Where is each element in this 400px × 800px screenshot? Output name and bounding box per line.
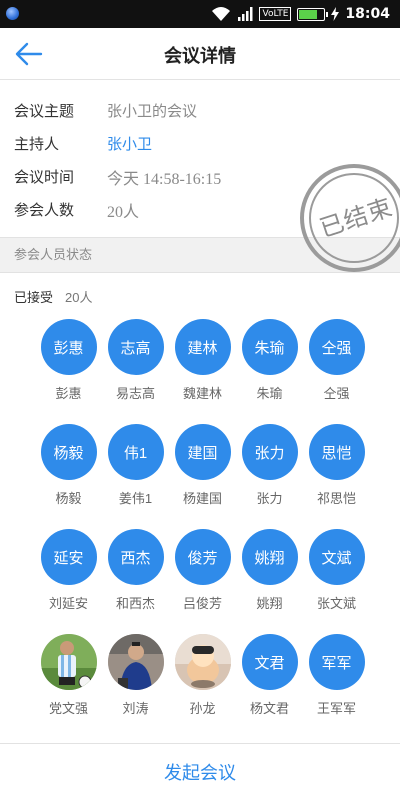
time-value: 今天 14:58-16:15	[107, 170, 222, 188]
topic-value: 张小卫的会议	[107, 103, 198, 120]
wifi-icon	[212, 7, 231, 21]
attendee-name: 张文斌	[316, 596, 356, 611]
attendee-row: 杨毅 杨毅 伟1 姜伟1 建国 杨建国 张力 张力 思恺 祁思恺	[35, 424, 400, 529]
cartoon-character-photo[interactable]	[174, 634, 231, 690]
battery-level	[299, 9, 317, 19]
host-link[interactable]: 张小卫	[107, 133, 152, 154]
attendee-item[interactable]: 彭惠 彭惠	[35, 319, 102, 424]
topic-row: 会议主题 张小卫的会议	[0, 94, 400, 127]
attendee-item[interactable]: 志高 易志高	[102, 319, 169, 424]
attendee-avatar[interactable]: 延安	[40, 529, 97, 585]
attendee-name: 魏建林	[182, 386, 222, 401]
attendee-item[interactable]: 杨毅 杨毅	[35, 424, 102, 529]
count-label: 参会人数	[14, 202, 75, 219]
attendee-name: 刘延安	[48, 596, 88, 611]
attendee-item[interactable]: 文君 杨文君	[236, 634, 303, 739]
attendee-avatar[interactable]: 杨毅	[40, 424, 97, 480]
attendee-item[interactable]: 张力 张力	[236, 424, 303, 529]
status-icons: VoLTE 18:04	[211, 4, 390, 24]
count-value: 20人	[107, 203, 140, 221]
attendee-name: 党文强	[48, 701, 88, 716]
attendee-name: 杨毅	[55, 491, 82, 506]
attendee-name: 祁思恺	[316, 491, 356, 506]
status-time: 18:04	[345, 6, 390, 22]
meeting-info: 会议主题 张小卫的会议 主持人 张小卫 会议时间 今天 14:58-16:15 …	[0, 80, 400, 272]
attendee-item[interactable]: 文斌 张文斌	[303, 529, 370, 634]
attendee-item[interactable]: 建林 魏建林	[169, 319, 236, 424]
charging-icon	[331, 7, 340, 21]
attendee-name: 仝强	[323, 386, 350, 401]
attendee-name: 张力	[256, 491, 283, 506]
attendee-name: 姜伟1	[118, 491, 153, 506]
battery-icon	[297, 7, 329, 21]
accepted-label: 已接受	[14, 289, 54, 305]
attendee-avatar[interactable]: 仝强	[308, 319, 365, 375]
attendee-item[interactable]: 延安 刘延安	[35, 529, 102, 634]
host-row: 主持人 张小卫	[0, 127, 400, 160]
attendee-avatar[interactable]: 建林	[174, 319, 231, 375]
attendee-avatar[interactable]: 西杰	[107, 529, 164, 585]
attendee-row: 延安 刘延安 西杰 和西杰 俊芳 吕俊芳 姚翔 姚翔 文斌 张文斌	[35, 529, 400, 634]
attendee-name: 朱瑜	[256, 386, 283, 401]
attendee-name: 杨文君	[249, 701, 289, 716]
attendee-name: 吕俊芳	[182, 596, 222, 611]
signal-icon	[238, 7, 253, 21]
footer-bar: 发起会议	[0, 743, 400, 800]
attendee-avatar[interactable]: 朱瑜	[241, 319, 298, 375]
host-label: 主持人	[14, 136, 60, 153]
page-title: 会议详情	[164, 46, 236, 66]
attendee-item[interactable]: 朱瑜 朱瑜	[236, 319, 303, 424]
attendee-avatar[interactable]: 建国	[174, 424, 231, 480]
attendee-item[interactable]: 姚翔 姚翔	[236, 529, 303, 634]
page-header: 会议详情	[0, 28, 400, 80]
attendee-item[interactable]: 党文强	[35, 634, 102, 739]
time-label: 会议时间	[14, 169, 75, 186]
attendee-item[interactable]: 刘涛	[102, 634, 169, 739]
attendee-item[interactable]: 建国 杨建国	[169, 424, 236, 529]
attendee-item[interactable]: 仝强 仝强	[303, 319, 370, 424]
attendee-avatar[interactable]: 彭惠	[40, 319, 97, 375]
attendee-avatar[interactable]: 张力	[241, 424, 298, 480]
volte-icon: VoLTE	[259, 7, 292, 21]
attendee-item[interactable]: 孙龙	[169, 634, 236, 739]
app-dot-icon	[6, 7, 19, 20]
attendee-avatar[interactable]: 志高	[107, 319, 164, 375]
soccer-player-photo[interactable]	[40, 634, 97, 690]
attendee-name: 杨建国	[182, 491, 222, 506]
attendee-name: 彭惠	[55, 386, 82, 401]
topic-label: 会议主题	[14, 103, 75, 120]
attendee-name: 王军军	[316, 701, 356, 716]
attendee-name: 易志高	[115, 386, 155, 401]
attendee-item[interactable]: 思恺 祁思恺	[303, 424, 370, 529]
attendee-item[interactable]: 伟1 姜伟1	[102, 424, 169, 529]
attendee-avatar[interactable]: 思恺	[308, 424, 365, 480]
attendee-name: 孙龙	[189, 701, 216, 716]
attendee-avatar[interactable]: 文斌	[308, 529, 365, 585]
attendee-avatar[interactable]: 伟1	[107, 424, 164, 480]
status-bar: VoLTE 18:04	[0, 0, 400, 28]
start-meeting-button[interactable]: 发起会议	[164, 759, 236, 785]
attendee-avatar[interactable]: 俊芳	[174, 529, 231, 585]
attendee-grid: 彭惠 彭惠 志高 易志高 建林 魏建林 朱瑜 朱瑜 仝强 仝强 杨毅 杨毅 伟1 姜伟1 建国 杨建国 张力 张力…	[0, 319, 400, 739]
attendee-name: 刘涛	[122, 701, 149, 716]
person-photo[interactable]	[107, 634, 164, 690]
attendee-row: 彭惠 彭惠 志高 易志高 建林 魏建林 朱瑜 朱瑜 仝强 仝强	[35, 319, 400, 424]
ended-stamp: 已结束	[300, 164, 400, 272]
accepted-row: 已接受 20人	[0, 273, 400, 319]
attendee-avatar[interactable]: 姚翔	[241, 529, 298, 585]
attendee-item[interactable]: 俊芳 吕俊芳	[169, 529, 236, 634]
accepted-count: 20人	[65, 289, 93, 305]
attendee-item[interactable]: 西杰 和西杰	[102, 529, 169, 634]
attendee-name: 和西杰	[115, 596, 155, 611]
attendee-row: 党文强 刘涛 孙龙 文君 杨文君 军军 王军军	[35, 634, 400, 739]
attendee-avatar[interactable]: 文君	[241, 634, 298, 690]
attendee-name: 姚翔	[256, 596, 283, 611]
attendee-item[interactable]: 军军 王军军	[303, 634, 370, 739]
attendee-avatar[interactable]: 军军	[308, 634, 365, 690]
